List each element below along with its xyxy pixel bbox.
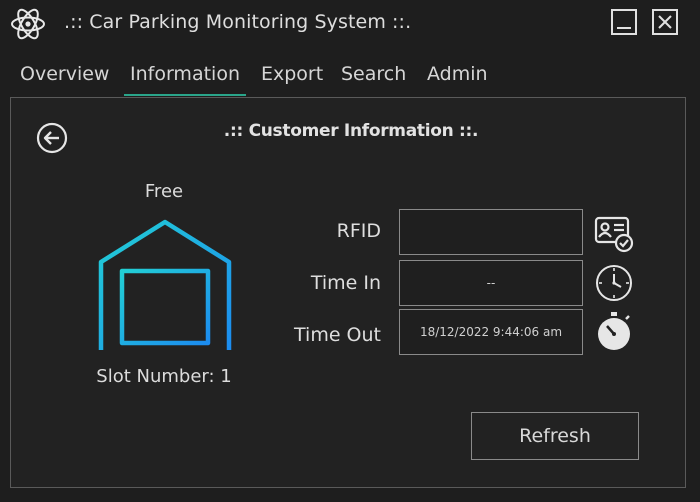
tab-information[interactable]: Information [124, 60, 246, 96]
title-bar: .:: Car Parking Monitoring System ::. [0, 0, 700, 50]
back-arrow-icon[interactable] [36, 122, 68, 154]
clock-icon [596, 265, 632, 301]
tab-search[interactable]: Search [335, 60, 412, 94]
garage-icon [98, 219, 232, 350]
atom-icon [11, 8, 45, 40]
id-card-check-icon [594, 216, 634, 253]
tab-export[interactable]: Export [255, 60, 329, 94]
close-button[interactable] [652, 9, 678, 35]
tab-admin[interactable]: Admin [421, 60, 494, 94]
minimize-button[interactable] [611, 9, 637, 35]
slot-status: Free [144, 181, 184, 202]
stopwatch-icon [598, 312, 630, 350]
time-out-label: Time Out [294, 324, 381, 346]
app-window: .:: Car Parking Monitoring System ::. Ov… [0, 0, 700, 502]
slot-number: Slot Number: 1 [96, 366, 232, 387]
tab-overview[interactable]: Overview [14, 60, 115, 94]
time-in-label: Time In [310, 272, 381, 294]
window-title: .:: Car Parking Monitoring System ::. [64, 11, 412, 33]
refresh-button[interactable]: Refresh [471, 412, 639, 460]
rfid-label: RFID [336, 220, 381, 242]
rfid-field[interactable] [399, 209, 583, 255]
time-in-field[interactable]: -- [399, 260, 583, 306]
panel-heading: .:: Customer Information ::. [223, 121, 479, 141]
time-out-field[interactable]: 18/12/2022 9:44:06 am [399, 309, 583, 355]
customer-information-panel: .:: Customer Information ::. Free Slot N… [10, 97, 686, 488]
